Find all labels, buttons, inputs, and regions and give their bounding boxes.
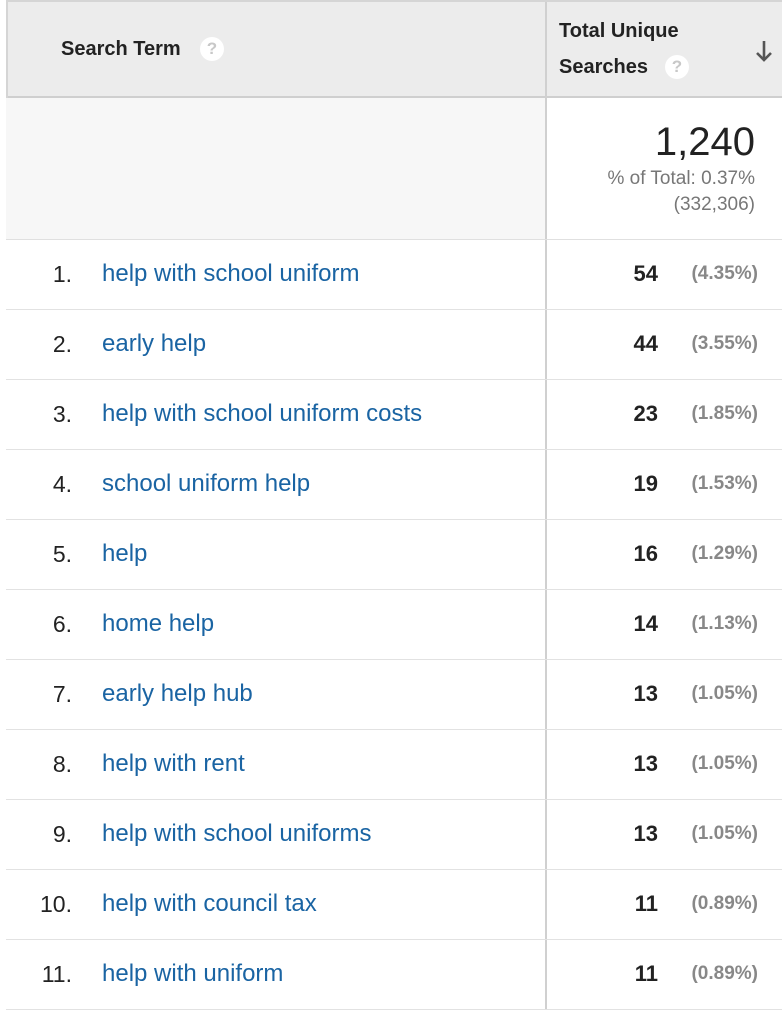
row-rank: 8. — [52, 751, 72, 777]
unique-searches-percent: (0.89%) — [691, 963, 758, 984]
table-row: 1. help with school uniform 54 (4.35%) — [6, 240, 782, 310]
search-terms-table: Search Term ? Total Unique Searches ? 1,… — [6, 0, 782, 1016]
search-term-link[interactable]: school uniform help — [102, 470, 310, 498]
search-term-link[interactable]: help with uniform — [102, 960, 283, 988]
unique-searches-percent: (4.35%) — [691, 263, 758, 284]
table-row: 3. help with school uniform costs 23 (1.85%… — [6, 380, 782, 450]
search-term-link[interactable]: early help — [102, 330, 206, 358]
row-rank: 11. — [41, 961, 72, 987]
unique-searches-percent: (1.05%) — [691, 823, 758, 844]
unique-searches-percent: (1.13%) — [691, 613, 758, 634]
unique-searches-cell: 13 (1.05%) — [545, 730, 782, 799]
unique-searches-percent: (1.53%) — [691, 473, 758, 494]
unique-searches-value: 13 — [633, 751, 658, 776]
summary-value-cell: 1,240 % of Total: 0.37% (332,306) — [545, 98, 782, 239]
unique-searches-value: 54 — [633, 261, 658, 286]
unique-searches-percent: (3.55%) — [691, 333, 758, 354]
table-row: 10. help with council tax 11 (0.89%) — [6, 870, 782, 940]
metric-header-label-line2: Searches — [559, 56, 648, 78]
unique-searches-percent: (1.05%) — [691, 683, 758, 704]
table-row: 8. help with rent 13 (1.05%) — [6, 730, 782, 800]
row-rank: 10. — [40, 891, 72, 917]
table-row: 2. early help 44 (3.55%) — [6, 310, 782, 380]
unique-searches-cell: 11 (0.89%) — [545, 870, 782, 939]
unique-searches-value: 23 — [633, 401, 658, 426]
unique-searches-value: 44 — [633, 331, 658, 356]
row-rank: 9. — [52, 821, 72, 847]
unique-searches-value: 13 — [633, 821, 658, 846]
table-row: 5. help 16 (1.29%) — [6, 520, 782, 590]
unique-searches-percent: (0.89%) — [691, 893, 758, 914]
unique-searches-cell: 44 (3.55%) — [545, 310, 782, 379]
unique-searches-value: 11 — [634, 961, 658, 986]
row-rank: 1. — [52, 261, 72, 287]
table-row: 9. help with school uniforms 13 (1.05%) — [6, 800, 782, 870]
search-term-header-label: Search Term — [61, 38, 181, 60]
help-icon[interactable]: ? — [665, 55, 689, 79]
table-row: 11. help with uniform 11 (0.89%) — [6, 940, 782, 1010]
row-rank: 3. — [52, 401, 72, 427]
percent-of-total: % of Total: 0.37% — [607, 168, 755, 189]
table-row: 7. early help hub 13 (1.05%) — [6, 660, 782, 730]
row-rank: 5. — [52, 541, 72, 567]
table-row: 6. home help 14 (1.13%) — [6, 590, 782, 660]
row-rank: 4. — [52, 471, 72, 497]
unique-searches-value: 11 — [634, 891, 658, 916]
unique-searches-value: 16 — [633, 541, 658, 566]
search-term-link[interactable]: help with school uniforms — [102, 820, 371, 848]
search-term-link[interactable]: help with school uniform costs — [102, 400, 422, 428]
metric-header-label-line1: Total Unique — [559, 20, 679, 42]
unique-searches-cell: 16 (1.29%) — [545, 520, 782, 589]
unique-searches-cell: 54 (4.35%) — [545, 240, 782, 309]
search-term-link[interactable]: help with council tax — [102, 890, 317, 918]
unique-searches-percent: (1.85%) — [691, 403, 758, 424]
unique-searches-value: 14 — [633, 611, 658, 636]
grand-total: (332,306) — [673, 194, 755, 215]
total-value: 1,240 — [654, 120, 755, 164]
help-icon[interactable]: ? — [200, 37, 224, 61]
unique-searches-cell: 14 (1.13%) — [545, 590, 782, 659]
search-term-column-header[interactable]: Search Term ? — [6, 2, 545, 98]
unique-searches-cell: 11 (0.89%) — [545, 940, 782, 1009]
row-rank: 7. — [52, 681, 72, 707]
summary-row: 1,240 % of Total: 0.37% (332,306) — [6, 98, 782, 240]
unique-searches-cell: 13 (1.05%) — [545, 800, 782, 869]
search-term-link[interactable]: home help — [102, 610, 214, 638]
unique-searches-percent: (1.29%) — [691, 543, 758, 564]
unique-searches-percent: (1.05%) — [691, 753, 758, 774]
total-unique-searches-column-header[interactable]: Total Unique Searches ? — [545, 2, 782, 98]
arrow-down-icon[interactable] — [754, 38, 774, 64]
unique-searches-value: 19 — [633, 471, 658, 496]
search-term-link[interactable]: help with school uniform — [102, 260, 359, 288]
unique-searches-cell: 13 (1.05%) — [545, 660, 782, 729]
unique-searches-value: 13 — [633, 681, 658, 706]
search-term-link[interactable]: help with rent — [102, 750, 245, 778]
unique-searches-cell: 23 (1.85%) — [545, 380, 782, 449]
table-header: Search Term ? Total Unique Searches ? — [6, 0, 782, 98]
unique-searches-cell: 19 (1.53%) — [545, 450, 782, 519]
search-term-link[interactable]: help — [102, 540, 147, 568]
table-row: 4. school uniform help 19 (1.53%) — [6, 450, 782, 520]
row-rank: 2. — [52, 331, 72, 357]
row-rank: 6. — [52, 611, 72, 637]
search-term-link[interactable]: early help hub — [102, 680, 253, 708]
